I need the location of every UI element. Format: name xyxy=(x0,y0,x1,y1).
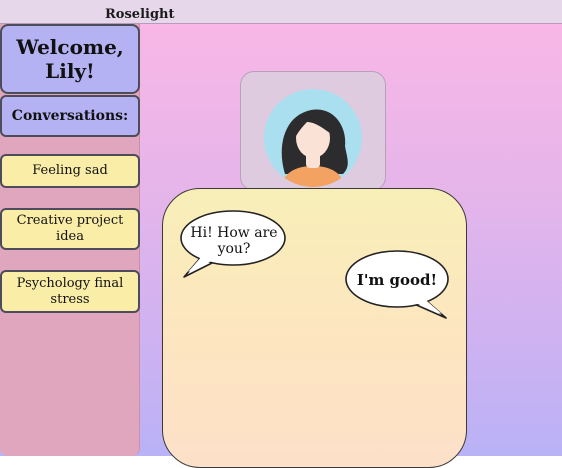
conversation-item-label: Psychology final stress xyxy=(16,275,124,307)
welcome-panel: Welcome, Lily! xyxy=(0,24,140,94)
conversation-item-label: Feeling sad xyxy=(32,163,108,178)
avatar-card xyxy=(240,71,386,191)
welcome-text: Welcome, Lily! xyxy=(16,35,124,83)
conversation-item[interactable]: Feeling sad xyxy=(0,154,140,188)
app-title: Roselight xyxy=(105,7,175,22)
conversations-header-label: Conversations: xyxy=(11,108,129,124)
user-avatar-icon xyxy=(264,89,362,187)
incoming-message-text: Hi! How are you? xyxy=(190,225,278,257)
conversation-item-label: Creative project idea xyxy=(16,213,124,244)
outgoing-message-text: I'm good! xyxy=(356,271,438,289)
title-bar: Roselight xyxy=(0,0,562,24)
conversations-header: Conversations: xyxy=(0,95,140,137)
conversation-item[interactable]: Psychology final stress xyxy=(0,270,140,313)
conversation-item[interactable]: Creative project idea xyxy=(0,208,140,250)
